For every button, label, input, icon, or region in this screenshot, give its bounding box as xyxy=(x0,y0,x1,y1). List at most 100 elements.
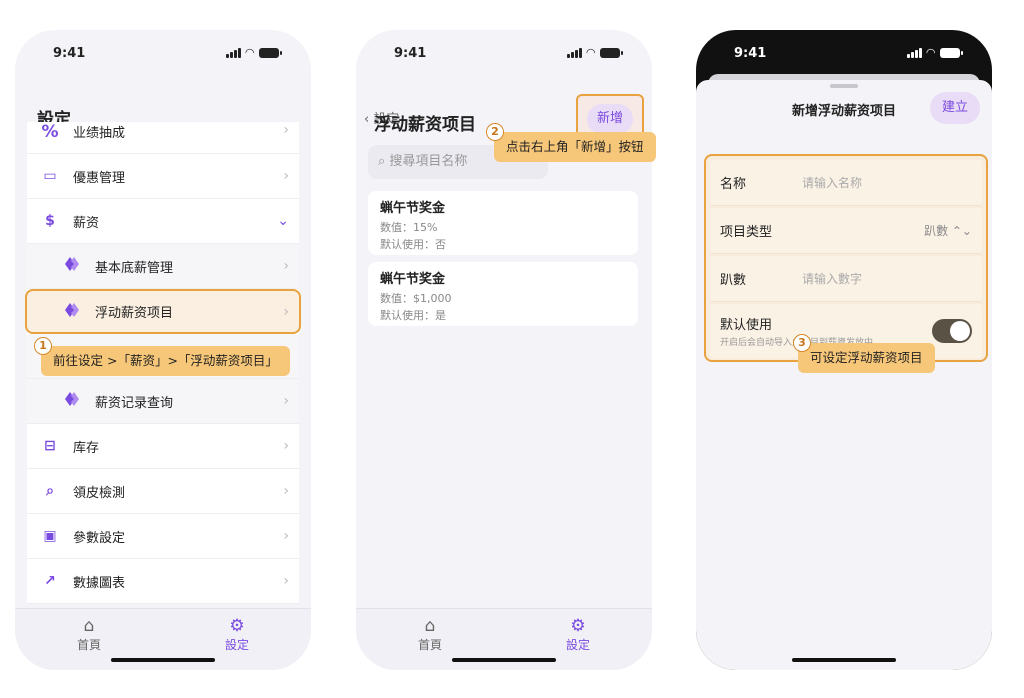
wifi-icon: ◠ xyxy=(245,46,254,59)
menu-item-salary-records[interactable]: 薪资记录查询 › xyxy=(27,379,299,424)
list-item[interactable]: 蝋午节奖金 数值：$1,000 默认使用：是 xyxy=(368,262,638,326)
chevron-right-icon: › xyxy=(283,438,289,454)
field-label: 名称 xyxy=(720,177,747,192)
name-field[interactable]: 名称 请输入名称 xyxy=(710,160,982,206)
item-value: 数值：$1,000 xyxy=(380,292,452,305)
item-default: 默认使用：是 xyxy=(380,309,446,322)
status-bar: 9:41 ◠ xyxy=(15,30,311,76)
search-icon: ⌕ xyxy=(378,154,390,169)
home-icon: ⌂ xyxy=(424,616,436,636)
status-time: 9:41 xyxy=(734,45,767,61)
menu-item-label: 基本底薪管理 xyxy=(95,260,174,276)
signal-icon xyxy=(225,48,241,58)
status-bar: 9:41 ◠ xyxy=(356,30,652,76)
stage: 9:41 ◠ 設定 % 业绩抽成 › ▭ 優惠管理 › $ 薪资 ⌄ 基本底薪管… xyxy=(0,0,1024,698)
chevron-right-icon: › xyxy=(283,122,289,138)
callout-step-1: 前往设定 >「薪资」>「浮动薪资项目」 xyxy=(41,346,290,376)
battery-icon xyxy=(940,48,963,58)
menu-item-label: 優惠管理 xyxy=(73,170,126,186)
phone-floating-salary: 9:41 ◠ ‹ 設定 新增 浮动薪资项目 ⌕ 搜尋項目名称 蝋午节奖金 数值：… xyxy=(356,30,652,670)
chart-icon: ↗ xyxy=(44,573,56,589)
tab-label: 首頁 xyxy=(76,638,101,652)
callout-step-2: 点击右上角「新增」按钮 xyxy=(494,132,656,162)
chevron-left-icon: ‹ xyxy=(364,112,374,127)
gem-icon xyxy=(59,302,85,322)
home-indicator xyxy=(792,658,896,662)
menu-item-salary[interactable]: $ 薪资 ⌄ xyxy=(27,199,299,244)
tab-label: 設定 xyxy=(565,638,590,652)
chevron-right-icon: › xyxy=(283,528,289,544)
number-field[interactable]: 趴數 请输入數字 xyxy=(710,256,982,302)
menu-item-label: 領皮檢測 xyxy=(73,485,126,501)
menu-item-label: 參數設定 xyxy=(73,530,126,546)
field-label: 趴數 xyxy=(720,273,747,288)
menu-item-charts[interactable]: ↗ 數據圖表 › xyxy=(27,559,299,604)
callout-step-3: 可设定浮动薪资项目 xyxy=(798,343,935,373)
status-time: 9:41 xyxy=(394,45,427,61)
menu-item-label: 數據圖表 xyxy=(73,575,126,591)
field-label: 项目类型 xyxy=(720,225,773,240)
chevron-right-icon: › xyxy=(283,393,289,409)
home-indicator xyxy=(111,658,215,662)
new-button[interactable]: 新增 xyxy=(587,104,633,134)
type-select[interactable]: 项目类型 趴數 ⌃⌄ xyxy=(710,208,982,254)
menu-item-floating-salary[interactable]: 浮动薪资项目 › xyxy=(25,289,301,334)
create-button[interactable]: 建立 xyxy=(930,92,980,124)
search-placeholder: 搜尋項目名称 xyxy=(389,154,468,169)
percent-icon: % xyxy=(41,122,59,142)
menu-item-params[interactable]: ▣ 參數設定 › xyxy=(27,514,299,559)
sheet-grabber[interactable] xyxy=(830,84,858,88)
field-placeholder: 请输入名称 xyxy=(802,176,863,190)
home-indicator xyxy=(452,658,556,662)
step-number-1: 1 xyxy=(34,337,52,355)
params-icon: ▣ xyxy=(43,528,57,544)
list-item[interactable]: 蝋午节奖金 数值：15% 默认使用：否 xyxy=(368,191,638,255)
gear-icon: ⚙ xyxy=(229,616,245,636)
chevron-right-icon: › xyxy=(283,483,289,499)
menu-item-label: 薪资 xyxy=(73,215,100,231)
default-use-label: 默认使用 xyxy=(720,318,773,333)
battery-icon xyxy=(259,48,282,58)
signal-icon xyxy=(566,48,582,58)
battery-icon xyxy=(600,48,623,58)
default-use-toggle[interactable] xyxy=(932,319,972,343)
chevron-right-icon: › xyxy=(283,258,289,274)
archive-icon: ⊟ xyxy=(44,438,56,454)
menu-item-commission[interactable]: % 业绩抽成 › xyxy=(27,122,299,154)
item-default: 默认使用：否 xyxy=(380,238,446,251)
status-bar: 9:41 ◠ xyxy=(696,30,992,76)
item-title: 蝋午节奖金 xyxy=(380,201,446,216)
menu-item-skin-test[interactable]: ⌕ 領皮檢測 › xyxy=(27,469,299,514)
menu-item-label: 库存 xyxy=(73,440,100,456)
menu-item-label: 浮动薪资项目 xyxy=(95,306,174,321)
salary-icon: $ xyxy=(45,213,55,229)
gear-icon: ⚙ xyxy=(570,616,586,636)
status-time: 9:41 xyxy=(53,45,86,61)
chevron-right-icon: › xyxy=(283,168,289,184)
magnifier-icon: ⌕ xyxy=(46,483,54,499)
tab-label: 首頁 xyxy=(417,638,442,652)
home-icon: ⌂ xyxy=(83,616,95,636)
chevron-right-icon: › xyxy=(283,303,289,320)
menu-item-discount[interactable]: ▭ 優惠管理 › xyxy=(27,154,299,199)
signal-icon xyxy=(906,48,922,58)
step-number-3: 3 xyxy=(793,334,811,352)
menu-item-label: 业绩抽成 xyxy=(73,126,126,141)
menu-item-inventory[interactable]: ⊟ 库存 › xyxy=(27,424,299,469)
page-title: 浮动薪资项目 xyxy=(374,115,476,135)
step-number-2: 2 xyxy=(486,123,504,141)
gem-icon xyxy=(59,256,85,276)
new-item-form: 名称 请输入名称 项目类型 趴數 ⌃⌄ 趴數 请输入數字 默认使用 开启后会自动… xyxy=(704,154,988,362)
menu-item-label: 薪资记录查询 xyxy=(95,395,174,411)
wifi-icon: ◠ xyxy=(586,46,595,59)
modal-sheet: 新增浮动薪资项目 建立 名称 请输入名称 项目类型 趴數 ⌃⌄ 趴數 请输入數字 xyxy=(696,80,992,670)
item-value: 数值：15% xyxy=(380,221,438,234)
coupon-icon: ▭ xyxy=(43,168,57,184)
menu-item-base-salary[interactable]: 基本底薪管理 › xyxy=(27,244,299,289)
gem-icon xyxy=(59,391,85,411)
chevron-right-icon: › xyxy=(283,573,289,589)
chevron-down-icon: ⌄ xyxy=(277,213,289,229)
field-placeholder: 请输入數字 xyxy=(802,272,863,286)
item-title: 蝋午节奖金 xyxy=(380,272,446,287)
wifi-icon: ◠ xyxy=(926,46,935,59)
